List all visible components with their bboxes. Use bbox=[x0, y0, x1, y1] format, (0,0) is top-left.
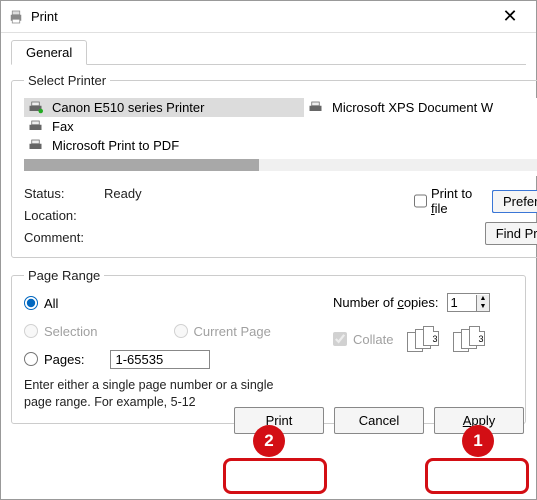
radio-pages[interactable]: Pages: bbox=[24, 349, 317, 369]
apply-button[interactable]: Apply bbox=[434, 407, 524, 434]
tabstrip: General bbox=[11, 39, 526, 65]
select-printer-legend: Select Printer bbox=[24, 73, 110, 88]
page-range-legend: Page Range bbox=[24, 268, 104, 283]
titlebar: Print ✕ bbox=[1, 1, 536, 33]
radio-current-page: Current Page bbox=[174, 324, 318, 339]
radio-all-label: All bbox=[44, 296, 58, 311]
print-to-file-checkbox[interactable]: Print to file bbox=[414, 186, 484, 216]
spinner-up-icon[interactable]: ▲ bbox=[477, 295, 490, 303]
radio-current-page-input bbox=[174, 324, 188, 338]
printer-name: Microsoft XPS Document W bbox=[332, 100, 493, 115]
printer-icon bbox=[28, 101, 46, 115]
printer-list[interactable]: Canon E510 series Printer Microsoft XPS … bbox=[24, 98, 537, 176]
radio-selection-input bbox=[24, 324, 38, 338]
printer-icon bbox=[28, 139, 46, 153]
radio-current-page-label: Current Page bbox=[194, 324, 271, 339]
radio-all[interactable]: All bbox=[24, 293, 317, 313]
preferences-button[interactable]: Preferences bbox=[492, 190, 537, 213]
collate-input bbox=[333, 332, 347, 346]
status-value: Ready bbox=[104, 186, 414, 201]
printer-item[interactable]: Fax bbox=[24, 117, 304, 136]
client-area: General Select Printer Canon E510 series… bbox=[1, 33, 536, 444]
copies-spinner[interactable]: ▲ ▼ bbox=[447, 293, 491, 312]
select-printer-group: Select Printer Canon E510 series Printer… bbox=[11, 73, 537, 258]
radio-pages-label: Pages: bbox=[44, 352, 84, 367]
copies-label: Number of copies: bbox=[333, 295, 439, 310]
printer-item[interactable]: Microsoft Print to PDF bbox=[24, 136, 304, 155]
printer-item[interactable]: Microsoft XPS Document W bbox=[304, 98, 537, 117]
page-range-group: Page Range All Selection Curr bbox=[11, 268, 526, 424]
print-to-file-label: Print to file bbox=[431, 186, 484, 216]
collate-icon: 123 123 bbox=[407, 326, 487, 352]
horizontal-scrollbar[interactable] bbox=[24, 159, 537, 171]
printer-icon bbox=[308, 101, 326, 115]
printer-name: Fax bbox=[52, 119, 74, 134]
printer-name: Canon E510 series Printer bbox=[52, 100, 204, 115]
printer-item[interactable]: Canon E510 series Printer bbox=[24, 98, 304, 117]
close-button[interactable]: ✕ bbox=[490, 6, 530, 27]
annotation-box-apply bbox=[425, 458, 529, 494]
print-to-file-input[interactable] bbox=[414, 194, 427, 208]
collate-checkbox: Collate 123 123 bbox=[333, 326, 513, 352]
printer-icon bbox=[7, 8, 25, 26]
print-dialog: Print ✕ General Select Printer Canon E51… bbox=[0, 0, 537, 500]
printer-name: Microsoft Print to PDF bbox=[52, 138, 179, 153]
scrollbar-thumb[interactable] bbox=[24, 159, 259, 171]
radio-selection: Selection bbox=[24, 324, 168, 339]
print-button[interactable]: Print bbox=[234, 407, 324, 434]
find-printer-button[interactable]: Find Printer... bbox=[485, 222, 537, 245]
copies-input[interactable] bbox=[448, 294, 476, 311]
annotation-box-print bbox=[223, 458, 327, 494]
cancel-button[interactable]: Cancel bbox=[334, 407, 424, 434]
pages-input[interactable] bbox=[110, 350, 210, 369]
window-title: Print bbox=[31, 9, 490, 24]
radio-all-input[interactable] bbox=[24, 296, 38, 310]
comment-label: Comment: bbox=[24, 230, 104, 245]
radio-pages-input[interactable] bbox=[24, 352, 38, 366]
radio-selection-label: Selection bbox=[44, 324, 97, 339]
spinner-down-icon[interactable]: ▼ bbox=[477, 303, 490, 311]
fax-icon bbox=[28, 120, 46, 134]
location-label: Location: bbox=[24, 208, 104, 223]
dialog-footer: Print Cancel Apply bbox=[234, 407, 524, 434]
collate-label: Collate bbox=[353, 332, 393, 347]
status-label: Status: bbox=[24, 186, 104, 201]
tab-general[interactable]: General bbox=[11, 40, 87, 65]
page-range-hint: Enter either a single page number or a s… bbox=[24, 377, 274, 411]
